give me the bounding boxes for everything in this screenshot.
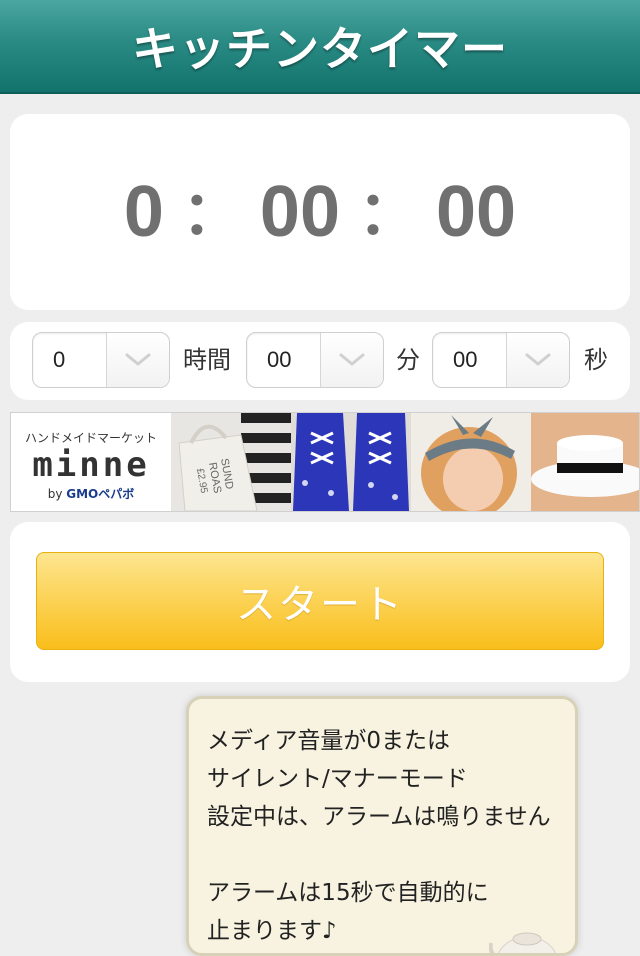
app-title: キッチンタイマー xyxy=(132,22,508,76)
chevron-down-icon[interactable] xyxy=(320,333,383,387)
notice-line: サイレント/マナーモード xyxy=(207,766,468,792)
timer-minutes: 00 xyxy=(259,172,341,252)
hat-photo xyxy=(531,413,639,511)
minutes-unit-label: 分 xyxy=(396,346,420,374)
timer-separator: ： xyxy=(358,179,419,247)
notice-line: 設定中は、アラームは鳴りません xyxy=(207,804,551,830)
timer-panel: 0 ： 00 ： 00 xyxy=(10,114,630,310)
chevron-down-icon[interactable] xyxy=(506,333,569,387)
notice-line: 止まります♪ xyxy=(207,918,337,944)
ad-subtitle: ハンドメイドマーケット xyxy=(24,431,157,445)
minutes-select[interactable]: 00 xyxy=(246,332,384,388)
seconds-unit-label: 秒 xyxy=(584,346,608,374)
hours-unit-label: 時間 xyxy=(183,346,231,374)
hours-select-value: 0 xyxy=(53,347,66,372)
seconds-select[interactable]: 00 xyxy=(432,332,570,388)
time-settings: 0 時間 00 分 00 秒 xyxy=(10,322,630,400)
notice-box: メディア音量が0または サイレント/マナーモード 設定中は、アラームは鳴りません… xyxy=(186,696,578,956)
timer-display: 0 ： 00 ： 00 xyxy=(124,169,516,256)
start-panel: スタート xyxy=(10,522,630,682)
app-header: キッチンタイマー xyxy=(0,0,640,94)
minne-logo: ハンドメイドマーケット minne by GMOペパボ xyxy=(11,413,171,511)
ad-byline: by GMOペパボ xyxy=(47,487,135,501)
ad-banner[interactable]: ハンドメイドマーケット minne by GMOペパボ SUND ROAS £2… xyxy=(10,412,640,512)
notice-line: メディア音量が0または xyxy=(207,728,451,754)
tote-bag-photo: SUND ROAS £2.95 xyxy=(171,413,291,511)
chevron-down-icon[interactable] xyxy=(106,333,169,387)
start-button[interactable]: スタート xyxy=(36,552,604,650)
hours-select[interactable]: 0 xyxy=(32,332,170,388)
ad-brand: minne xyxy=(32,445,150,485)
teapot-icon xyxy=(489,932,556,953)
timer-separator: ： xyxy=(181,179,242,247)
hairband-photo xyxy=(411,413,531,511)
minutes-select-value: 00 xyxy=(267,347,292,372)
timer-seconds: 00 xyxy=(436,172,517,252)
shoes-photo xyxy=(291,413,411,511)
notice-line: アラームは15秒で自動的に xyxy=(207,880,489,906)
seconds-select-value: 00 xyxy=(453,347,478,372)
timer-hours: 0 xyxy=(123,172,164,252)
